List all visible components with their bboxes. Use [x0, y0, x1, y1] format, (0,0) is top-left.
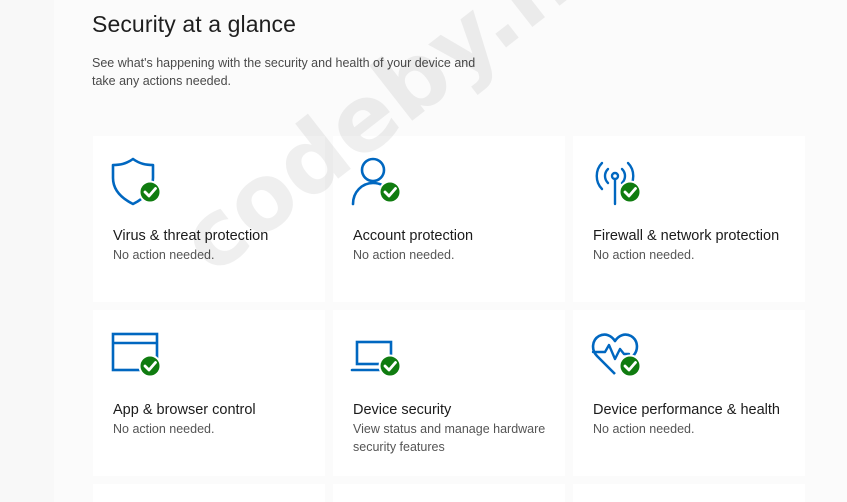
tile-title-text: Account protection [353, 228, 474, 244]
shield-icon [111, 156, 163, 208]
tile-title-text: App & browser control [113, 402, 256, 418]
tile-status: No action needed. [113, 422, 215, 436]
tile-partial [573, 484, 805, 502]
tile-title: Device performance & health No action ne… [593, 400, 793, 438]
tile-title-text: Device performance & health [593, 402, 780, 418]
tile-title: App & browser control No action needed. [113, 400, 313, 438]
antenna-icon [591, 156, 643, 208]
tile-status: View status and manage hardware security… [353, 422, 546, 454]
tile-title: Device security View status and manage h… [353, 400, 553, 456]
tile-virus-threat-protection[interactable]: Virus & threat protection No action need… [93, 136, 325, 302]
page-title: Security at a glance [92, 11, 297, 37]
tile-partial [93, 484, 325, 502]
tile-partial [333, 484, 565, 502]
tile-status: No action needed. [353, 248, 455, 262]
browser-window-icon [111, 330, 163, 382]
tile-title: Firewall & network protection No action … [593, 226, 793, 264]
tile-app-browser-control[interactable]: App & browser control No action needed. [93, 310, 325, 476]
tile-firewall-network-protection[interactable]: Firewall & network protection No action … [573, 136, 805, 302]
heart-pulse-icon [591, 330, 643, 382]
tile-title-text: Firewall & network protection [593, 228, 780, 244]
tile-device-performance-health[interactable]: Device performance & health No action ne… [573, 310, 805, 476]
tile-title-text: Virus & threat protection [113, 228, 269, 244]
laptop-icon [350, 330, 403, 382]
tile-status: No action needed. [593, 422, 695, 436]
tile-title: Virus & threat protection No action need… [113, 226, 313, 264]
tile-title-text: Device security [353, 402, 452, 418]
page-subtitle: See what's happening with the security a… [92, 56, 476, 88]
tile-account-protection[interactable]: Account protection No action needed. [333, 136, 565, 302]
tile-device-security[interactable]: Device security View status and manage h… [333, 310, 565, 476]
tile-title: Account protection No action needed. [353, 226, 553, 264]
tile-status: No action needed. [113, 248, 215, 262]
nav-strip [0, 0, 54, 502]
tile-status: No action needed. [593, 248, 695, 262]
person-icon [351, 156, 403, 208]
